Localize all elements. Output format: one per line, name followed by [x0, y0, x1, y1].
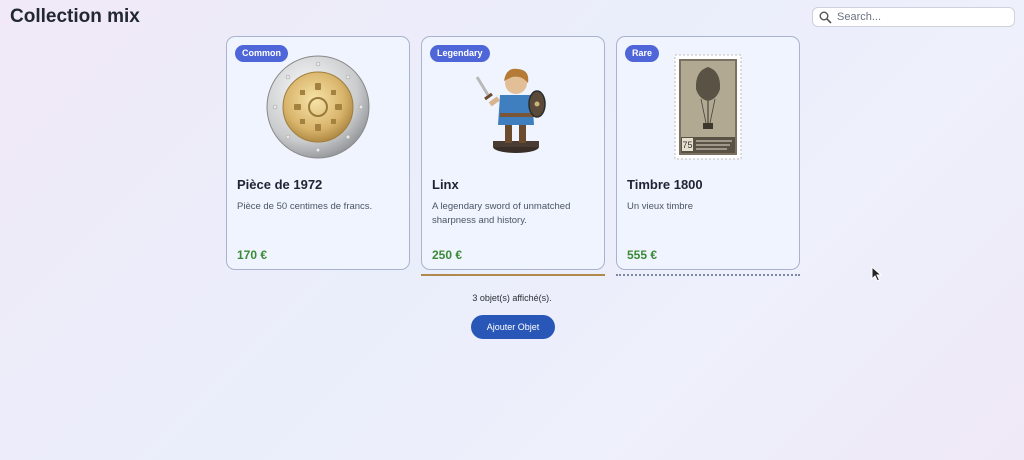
card-price: 555 € — [627, 248, 658, 262]
card-title: Pièce de 1972 — [237, 177, 323, 192]
item-card[interactable]: Common Pièce de 1972 Pièce de 50 centime… — [226, 36, 410, 270]
item-card[interactable]: Legendary Linx A legendary sword of unma… — [421, 36, 605, 270]
figurine-image — [422, 53, 604, 161]
stamp-image: 75 — [617, 53, 799, 161]
rarity-badge: Common — [235, 45, 288, 62]
search-icon — [819, 11, 832, 24]
card-underline — [616, 274, 800, 276]
card-description: Pièce de 50 centimes de francs. — [237, 201, 373, 212]
card-title: Linx — [432, 177, 459, 192]
svg-text:75: 75 — [682, 140, 692, 150]
page-title: Collection mix — [10, 6, 140, 27]
search-box[interactable] — [812, 7, 1015, 27]
add-item-button[interactable]: Ajouter Objet — [471, 315, 555, 339]
mouse-cursor-icon — [871, 266, 883, 282]
card-title: Timbre 1800 — [627, 177, 703, 192]
card-price: 250 € — [432, 248, 463, 262]
item-count: 3 objet(s) affiché(s). — [472, 293, 552, 303]
card-description: A legendary sword of unmatched sharpness… — [432, 201, 571, 226]
card-underline — [421, 274, 605, 276]
euro-coin-image — [227, 53, 409, 161]
item-card[interactable]: 75 Rare Timbre 1800 Un vieux timbre 555 … — [616, 36, 800, 270]
search-input[interactable] — [837, 9, 1009, 25]
rarity-badge: Legendary — [430, 45, 490, 62]
card-description: Un vieux timbre — [627, 201, 693, 212]
card-price: 170 € — [237, 248, 268, 262]
rarity-badge: Rare — [625, 45, 660, 62]
